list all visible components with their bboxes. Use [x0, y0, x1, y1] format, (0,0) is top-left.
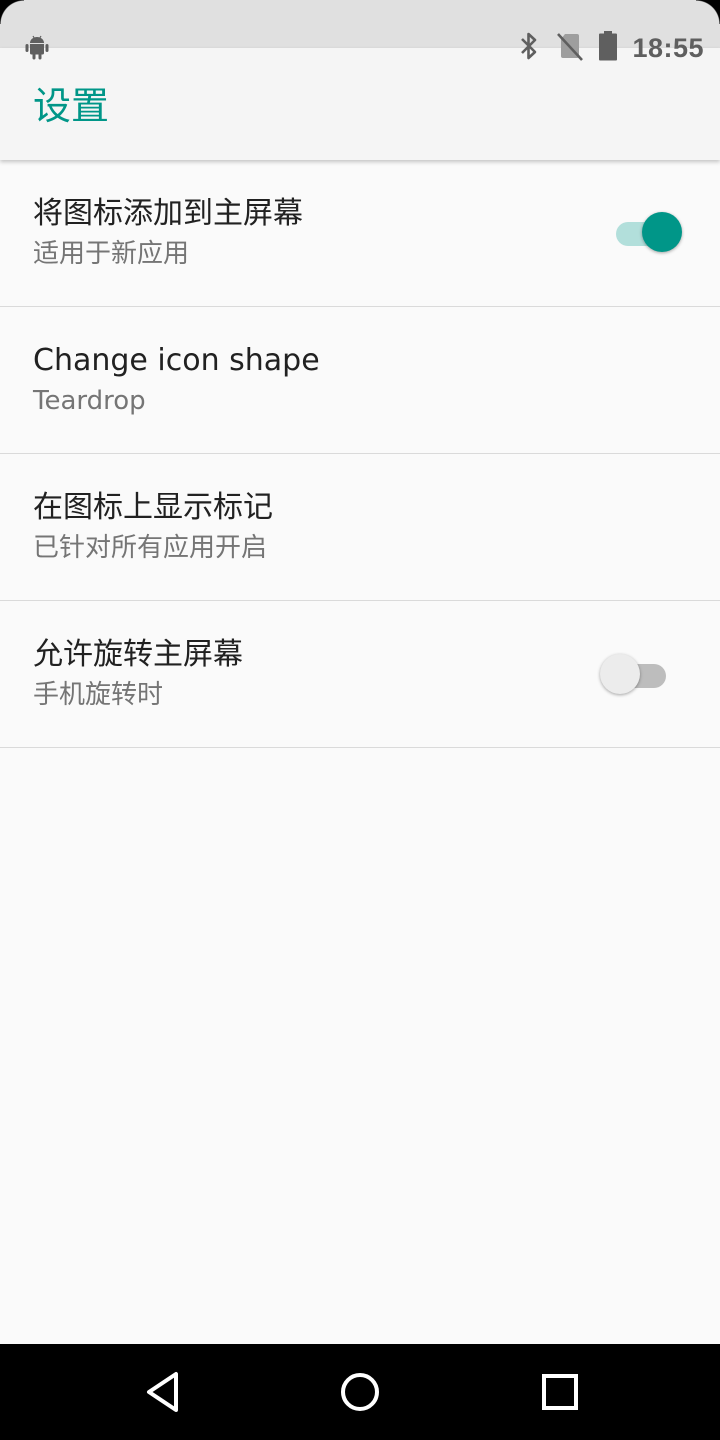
add-icon-toggle[interactable] [608, 210, 688, 254]
battery-icon [598, 30, 618, 66]
setting-notification-dots[interactable]: 在图标上显示标记 已针对所有应用开启 [0, 454, 720, 601]
page-title: 设置 [33, 84, 110, 128]
recents-icon[interactable] [532, 1364, 588, 1420]
settings-list: 将图标添加到主屏幕 适用于新应用 Change icon shape Teard… [0, 160, 720, 748]
setting-title: 在图标上显示标记 [33, 490, 273, 525]
back-icon[interactable] [136, 1364, 192, 1420]
toggle-thumb [600, 654, 640, 694]
allow-rotation-toggle[interactable] [600, 652, 680, 696]
home-icon[interactable] [332, 1364, 388, 1420]
screen: 18:55 设置 将图标添加到主屏幕 适用于新应用 Change icon sh… [0, 0, 720, 1440]
display-corner-right [696, 0, 720, 24]
setting-summary: 适用于新应用 [33, 239, 190, 269]
setting-icon-shape[interactable]: Change icon shape Teardrop [0, 307, 720, 454]
status-bar: 18:55 [0, 24, 720, 72]
setting-title: Change icon shape [33, 343, 320, 378]
setting-title: 允许旋转主屏幕 [33, 637, 243, 672]
setting-summary: 手机旋转时 [33, 680, 164, 710]
navigation-bar [0, 1344, 720, 1440]
status-icons: 18:55 [516, 28, 704, 68]
setting-summary: 已针对所有应用开启 [33, 533, 268, 563]
display-corner-left [0, 0, 24, 24]
no-sim-icon [556, 31, 584, 65]
setting-add-icon-to-home[interactable]: 将图标添加到主屏幕 适用于新应用 [0, 160, 720, 307]
bluetooth-icon [516, 30, 542, 66]
android-icon [24, 34, 50, 60]
setting-title: 将图标添加到主屏幕 [33, 196, 303, 231]
status-time: 18:55 [632, 32, 704, 63]
toggle-thumb [642, 212, 682, 252]
setting-summary: Teardrop [33, 386, 146, 416]
setting-allow-rotation[interactable]: 允许旋转主屏幕 手机旋转时 [0, 601, 720, 748]
